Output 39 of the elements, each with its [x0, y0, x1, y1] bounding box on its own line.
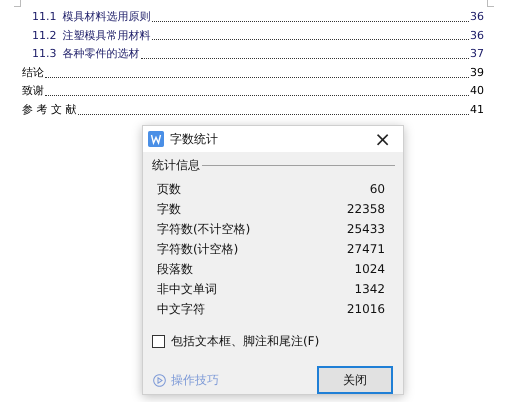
toc-title: 模具材料选用原则 [62, 9, 150, 25]
section-number: 11.2 [32, 28, 56, 44]
checkbox-label[interactable]: 包括文本框、脚注和尾注(F) [171, 333, 320, 350]
page-number: 37 [470, 46, 484, 62]
page-number: 41 [470, 102, 484, 118]
toc-title: 结论 [22, 64, 44, 81]
app-icon [148, 131, 164, 147]
page-number: 36 [470, 28, 484, 44]
stat-label: 字符数(计空格) [157, 241, 238, 258]
toc-title: 参 考 文 献 [22, 102, 76, 118]
section-number: 11.3 [32, 46, 56, 62]
crop-mark [14, 0, 21, 7]
stat-label: 页数 [157, 181, 181, 198]
group-label: 统计信息 [152, 157, 200, 174]
crop-mark [487, 0, 494, 7]
stat-value: 27471 [346, 241, 385, 258]
stat-label: 段落数 [157, 261, 193, 278]
checkbox[interactable] [152, 335, 165, 348]
toc-title: 致谢 [22, 83, 44, 100]
page-number: 36 [470, 9, 484, 25]
stat-label: 中文字符 [157, 301, 205, 318]
stat-label: 字数 [157, 201, 181, 218]
stat-value: 60 [370, 181, 385, 198]
stat-value: 22358 [346, 201, 385, 218]
toc-title: 注塑模具常用材料 [62, 28, 150, 44]
dialog-title: 字数统计 [170, 130, 219, 148]
stat-value: 1342 [354, 281, 385, 298]
stat-label: 字符数(不计空格) [157, 221, 250, 238]
play-icon [153, 374, 166, 386]
page-number: 40 [470, 83, 484, 100]
stat-value: 21016 [346, 301, 385, 318]
stat-value: 1024 [354, 261, 385, 278]
section-number: 11.1 [32, 9, 56, 25]
close-button[interactable]: 关闭 [317, 366, 393, 394]
toc-title: 各种零件的选材 [62, 46, 140, 62]
stat-label: 非中文单词 [157, 281, 217, 298]
page-number: 39 [470, 64, 484, 81]
close-icon[interactable]: × [370, 129, 395, 149]
stat-value: 25433 [346, 221, 385, 238]
